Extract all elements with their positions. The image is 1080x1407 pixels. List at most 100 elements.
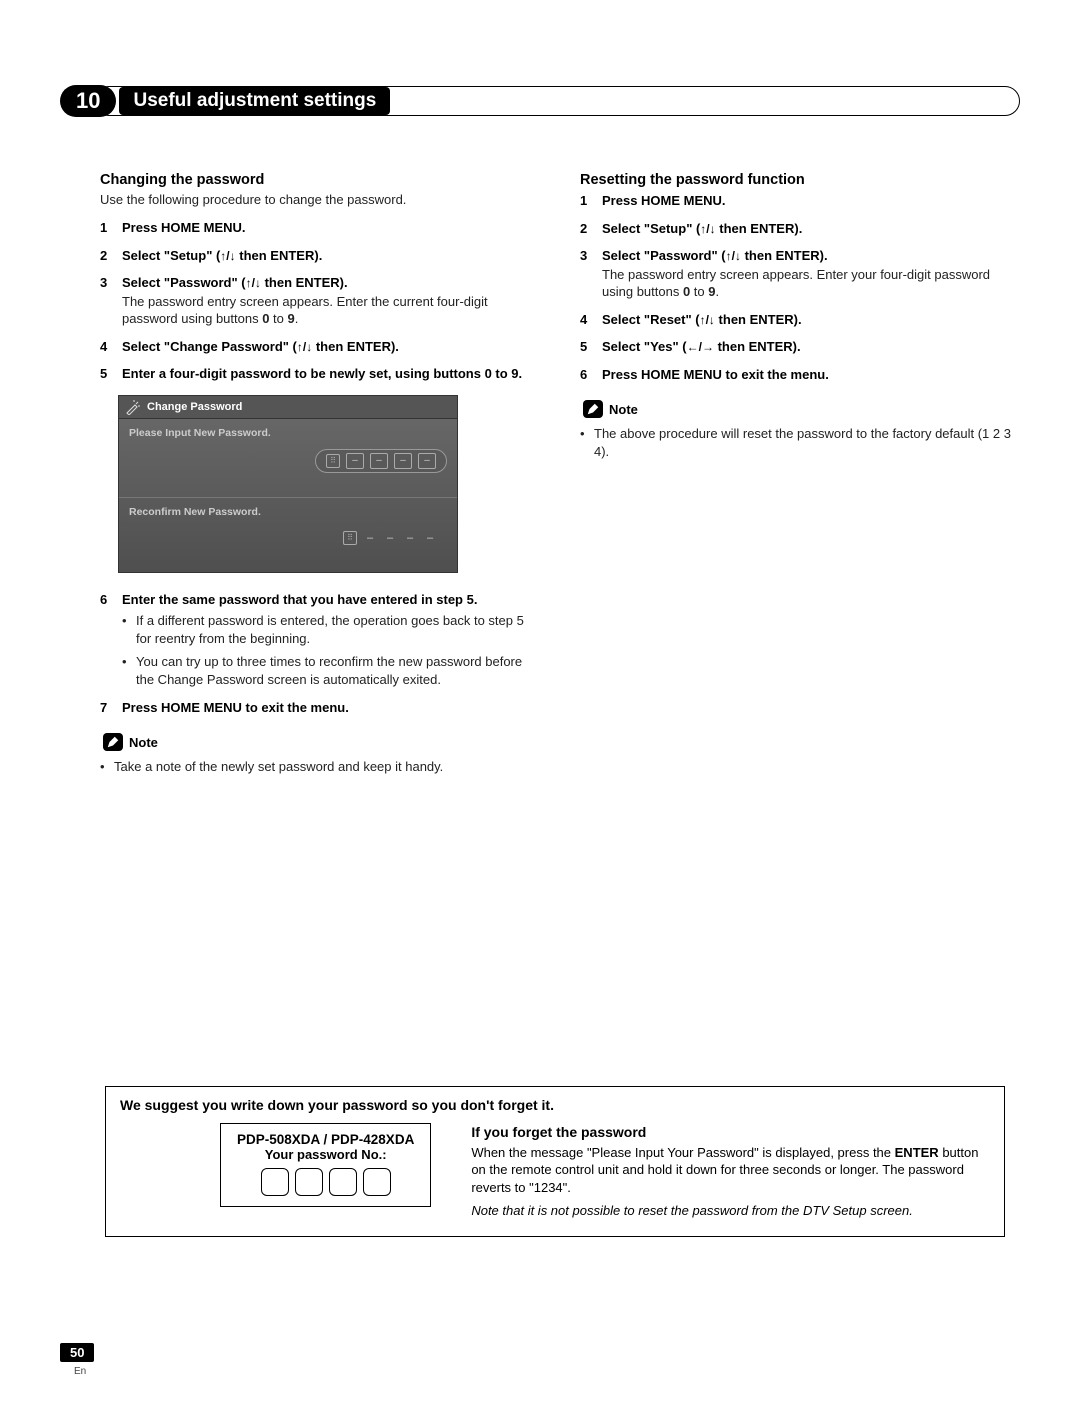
password-input-row: ⠿ – – – – — [315, 449, 447, 473]
step-text: Select "Password" ( — [602, 248, 726, 263]
step-text: Press HOME MENU. — [602, 193, 726, 208]
step-text: Press HOME MENU. — [122, 220, 246, 235]
step-text: Enter a four-digit password to be newly … — [122, 366, 522, 381]
left-right-arrows-icon: ←/→ — [687, 340, 714, 354]
note-item: The above procedure will reset the passw… — [580, 425, 1020, 460]
step-text: Enter the same password that you have en… — [122, 592, 477, 607]
password-dash: – — [383, 532, 397, 544]
note-label: Note — [100, 732, 161, 752]
note-block-left: Note Take a note of the newly set passwo… — [100, 732, 540, 776]
password-write-boxes — [237, 1168, 414, 1196]
step-note: The password entry screen appears. Enter… — [122, 293, 540, 328]
osd-header: Change Password — [119, 396, 457, 419]
step-text: Select "Setup" ( — [122, 248, 220, 263]
note-list: Take a note of the newly set password an… — [100, 758, 540, 776]
note-text: Note — [609, 402, 638, 417]
step-6: Enter the same password that you have en… — [100, 591, 540, 689]
up-down-arrows-icon: ↑/↓ — [220, 249, 235, 263]
your-password-label: Your password No.: — [237, 1147, 414, 1162]
password-dash: – — [403, 532, 417, 544]
password-dash: – — [363, 532, 377, 544]
bullet: If a different password is entered, the … — [122, 612, 540, 647]
chapter-title: Useful adjustment settings — [119, 87, 390, 115]
step-after: then ENTER). — [236, 248, 323, 263]
up-down-arrows-icon: ↑/↓ — [297, 340, 312, 354]
changing-password-heading: Changing the password — [100, 172, 540, 188]
bullet: You can try up to three times to reconfi… — [122, 653, 540, 688]
up-down-arrows-icon: ↑/↓ — [246, 276, 261, 290]
password-digit-box: – — [418, 453, 436, 469]
change-password-osd: Change Password Please Input New Passwor… — [118, 395, 458, 573]
resetting-password-steps: Press HOME MENU. Select "Setup" (↑/↓ the… — [580, 192, 1020, 383]
step-4: Select "Change Password" (↑/↓ then ENTER… — [100, 338, 540, 356]
digit-box — [295, 1168, 323, 1196]
step-6-bullets: If a different password is entered, the … — [122, 612, 540, 688]
step-3: Select "Password" (↑/↓ then ENTER). The … — [580, 247, 1020, 301]
note-block-right: Note The above procedure will reset the … — [580, 399, 1020, 460]
digit-box — [363, 1168, 391, 1196]
chapter-number-badge: 10 — [60, 85, 116, 117]
changing-password-steps: Press HOME MENU. Select "Setup" (↑/↓ the… — [100, 219, 540, 383]
osd-label-reconfirm: Reconfirm New Password. — [129, 506, 447, 518]
keypad-icon: ⠿ — [343, 531, 357, 545]
up-down-arrows-icon: ↑/↓ — [700, 222, 715, 236]
digit-box — [261, 1168, 289, 1196]
chapter-header: 10 Useful adjustment settings — [60, 85, 1020, 117]
note-item: Take a note of the newly set password an… — [100, 758, 540, 776]
password-digit-box: – — [394, 453, 412, 469]
right-column: Resetting the password function Press HO… — [580, 172, 1020, 776]
step-3: Select "Password" (↑/↓ then ENTER). The … — [100, 274, 540, 328]
step-5: Enter a four-digit password to be newly … — [100, 365, 540, 383]
step-note: The password entry screen appears. Enter… — [602, 266, 1020, 301]
osd-new-password-section: Please Input New Password. ⠿ – – – – — [119, 419, 457, 497]
changing-password-steps-cont: Enter the same password that you have en… — [100, 591, 540, 716]
forget-title: If you forget the password — [471, 1123, 990, 1142]
note-list: The above procedure will reset the passw… — [580, 425, 1020, 460]
step-text: Press HOME MENU to exit the menu. — [602, 367, 829, 382]
osd-reconfirm-section: Reconfirm New Password. ⠿ – – – – — [119, 497, 457, 572]
step-text: Select "Password" ( — [122, 275, 246, 290]
chapter-title-wrap: Useful adjustment settings — [94, 86, 1020, 116]
step-2: Select "Setup" (↑/↓ then ENTER). — [100, 247, 540, 265]
step-7: Press HOME MENU to exit the menu. — [100, 699, 540, 717]
forget-note: Note that it is not possible to reset th… — [471, 1202, 990, 1220]
password-dash: – — [423, 532, 437, 544]
step-text: Select "Change Password" ( — [122, 339, 297, 354]
wand-icon — [125, 399, 141, 415]
model-label: PDP-508XDA / PDP-428XDA — [237, 1132, 414, 1147]
step-after: then ENTER). — [312, 339, 399, 354]
digit-box — [329, 1168, 357, 1196]
password-digit-box: – — [370, 453, 388, 469]
osd-title: Change Password — [147, 401, 242, 413]
password-card: PDP-508XDA / PDP-428XDA Your password No… — [220, 1123, 431, 1207]
step-text: Select "Setup" ( — [602, 221, 700, 236]
step-text: Press HOME MENU to exit the menu. — [122, 700, 349, 715]
pencil-icon — [103, 733, 123, 751]
step-6: Press HOME MENU to exit the menu. — [580, 366, 1020, 384]
step-4: Select "Reset" (↑/↓ then ENTER). — [580, 311, 1020, 329]
up-down-arrows-icon: ↑/↓ — [700, 313, 715, 327]
resetting-password-heading: Resetting the password function — [580, 172, 1020, 188]
step-after: then ENTER). — [715, 312, 802, 327]
step-after: then ENTER). — [261, 275, 348, 290]
page-language: En — [74, 1366, 86, 1377]
step-text: Select "Reset" ( — [602, 312, 700, 327]
keypad-icon: ⠿ — [326, 454, 340, 468]
step-after: then ENTER). — [716, 221, 803, 236]
step-after: then ENTER). — [714, 339, 801, 354]
note-label: Note — [580, 399, 641, 419]
note-text: Note — [129, 735, 158, 750]
osd-label-new: Please Input New Password. — [129, 427, 447, 439]
step-2: Select "Setup" (↑/↓ then ENTER). — [580, 220, 1020, 238]
step-1: Press HOME MENU. — [580, 192, 1020, 210]
step-1: Press HOME MENU. — [100, 219, 540, 237]
page-number: 50 — [60, 1343, 94, 1362]
suggest-title: We suggest you write down your password … — [120, 1097, 990, 1113]
password-digit-box: – — [346, 453, 364, 469]
password-reconfirm-row: ⠿ – – – – — [333, 528, 447, 548]
step-text: Select "Yes" ( — [602, 339, 687, 354]
step-5: Select "Yes" (←/→ then ENTER). — [580, 338, 1020, 356]
forget-body: When the message "Please Input Your Pass… — [471, 1144, 990, 1197]
changing-password-intro: Use the following procedure to change th… — [100, 192, 540, 207]
write-down-password-box: We suggest you write down your password … — [105, 1086, 1005, 1237]
